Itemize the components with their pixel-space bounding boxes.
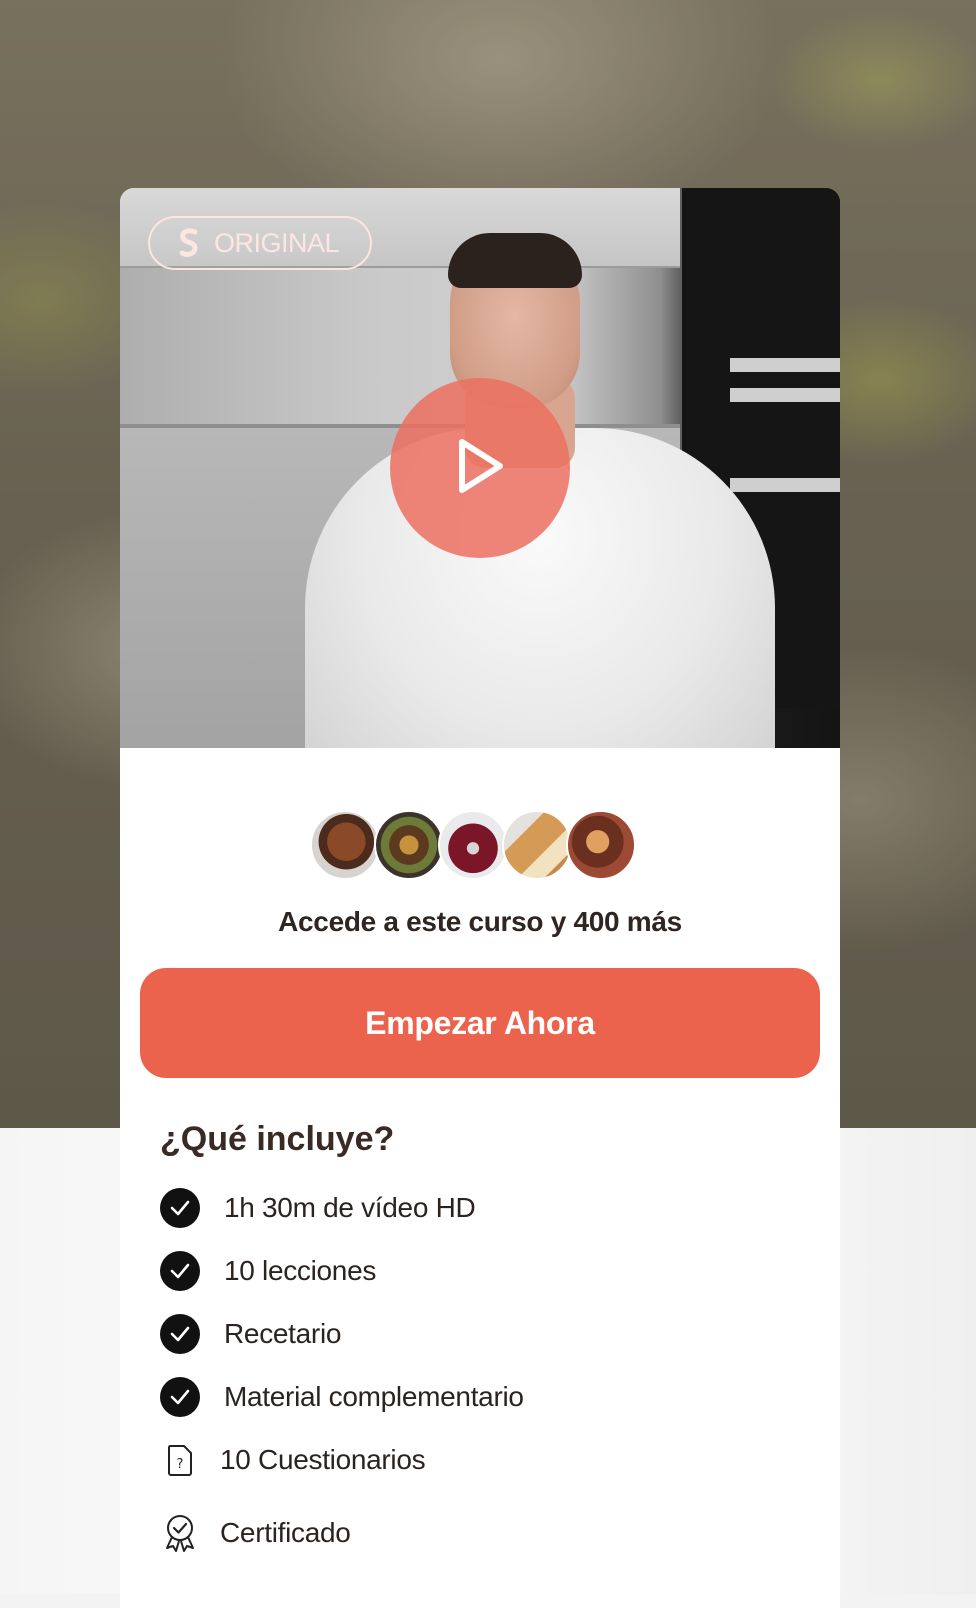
check-circle-icon	[160, 1188, 200, 1228]
list-item-label: 1h 30m de vídeo HD	[224, 1192, 476, 1223]
course-card: ORIGINAL Accede a este curso y 400 más E…	[120, 188, 840, 1608]
check-circle-icon	[160, 1251, 200, 1291]
list-item: Material complementario	[160, 1377, 800, 1417]
list-item-label: Material complementario	[224, 1381, 524, 1412]
donut-avatar	[438, 810, 508, 880]
start-now-button[interactable]: Empezar Ahora	[140, 968, 820, 1078]
svg-text:?: ?	[177, 1457, 184, 1472]
list-item: 10 lecciones	[160, 1251, 800, 1291]
list-item: Certificado	[160, 1513, 800, 1553]
access-headline: Accede a este curso y 400 más	[278, 906, 682, 937]
original-badge-label: ORIGINAL	[214, 227, 340, 258]
toast-avatar	[502, 810, 572, 880]
list-item-label: Recetario	[224, 1318, 342, 1349]
list-item-label: 10 lecciones	[224, 1255, 377, 1286]
list-item: 1h 30m de vídeo HD	[160, 1188, 800, 1228]
check-circle-icon	[160, 1314, 200, 1354]
certificate-icon	[160, 1513, 200, 1553]
list-item-label: Certificado	[220, 1517, 351, 1548]
s-logo-icon	[176, 228, 202, 258]
play-button[interactable]	[390, 378, 570, 558]
quiz-document-icon: ?	[160, 1440, 200, 1480]
list-item-label: 10 Cuestionarios	[220, 1444, 426, 1475]
bread-avatar	[310, 810, 380, 880]
list-item: ? 10 Cuestionarios	[160, 1440, 800, 1480]
check-circle-icon	[160, 1377, 200, 1417]
includes-title: ¿Qué incluye?	[160, 1120, 395, 1158]
original-badge: ORIGINAL	[148, 216, 372, 270]
video-preview[interactable]: ORIGINAL	[120, 188, 840, 748]
course-avatars	[310, 810, 636, 884]
pastry-avatar	[566, 810, 636, 880]
play-icon	[452, 436, 508, 501]
burger-avatar	[374, 810, 444, 880]
list-item: Recetario	[160, 1314, 800, 1354]
